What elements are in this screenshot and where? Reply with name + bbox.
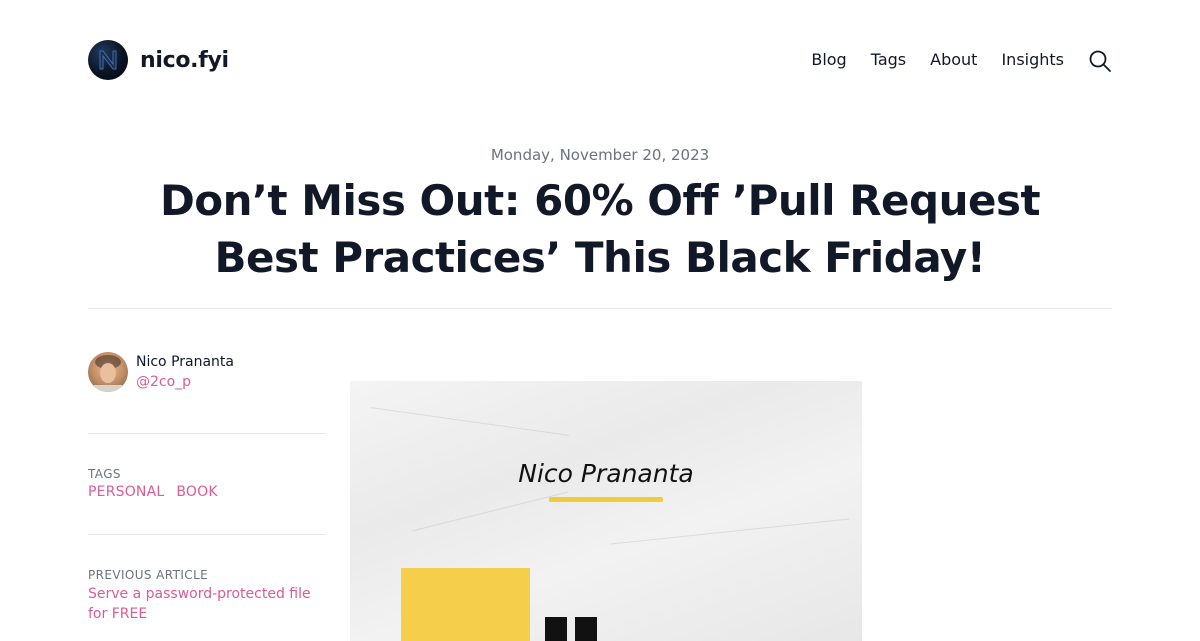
nav-blog[interactable]: Blog <box>811 50 846 69</box>
author-avatar <box>88 352 128 392</box>
nav-insights[interactable]: Insights <box>1001 50 1064 69</box>
paper-texture <box>370 407 570 436</box>
author-handle-link[interactable]: @2co_p <box>136 374 191 390</box>
hero-image: Nico Prananta <box>350 381 862 641</box>
hero-underline <box>549 497 663 502</box>
nav-about[interactable]: About <box>930 50 977 69</box>
tags-label: TAGS <box>88 467 121 481</box>
tag-list: PERSONAL BOOK <box>88 484 218 500</box>
article-title: Don’t Miss Out: 60% Off ’Pull Request Be… <box>159 176 1041 282</box>
search-icon <box>1089 50 1111 72</box>
paper-texture <box>412 491 568 532</box>
hero-author-name: Nico Prananta <box>518 459 694 488</box>
author-name: Nico Prananta <box>136 354 234 370</box>
tag-personal[interactable]: PERSONAL <box>88 484 164 500</box>
divider <box>88 308 1112 309</box>
main-nav: Blog Tags About Insights <box>811 50 1064 69</box>
paper-texture <box>610 518 850 545</box>
sidebar-divider <box>88 534 326 535</box>
sidebar-divider <box>88 433 326 434</box>
nav-tags[interactable]: Tags <box>871 50 906 69</box>
site-header: nico.fyi Blog Tags About Insights <box>88 40 1112 80</box>
hero-yellow-block <box>401 568 530 641</box>
tag-book[interactable]: BOOK <box>176 484 217 500</box>
site-name[interactable]: nico.fyi <box>140 48 229 73</box>
search-button[interactable] <box>1088 49 1112 73</box>
article-date: Monday, November 20, 2023 <box>490 146 710 164</box>
n-logo-icon[interactable] <box>88 40 128 80</box>
previous-article-label: PREVIOUS ARTICLE <box>88 568 209 582</box>
previous-article-link[interactable]: Serve a password-protected file for FREE <box>88 584 326 624</box>
quote-mark-icon <box>545 617 597 641</box>
